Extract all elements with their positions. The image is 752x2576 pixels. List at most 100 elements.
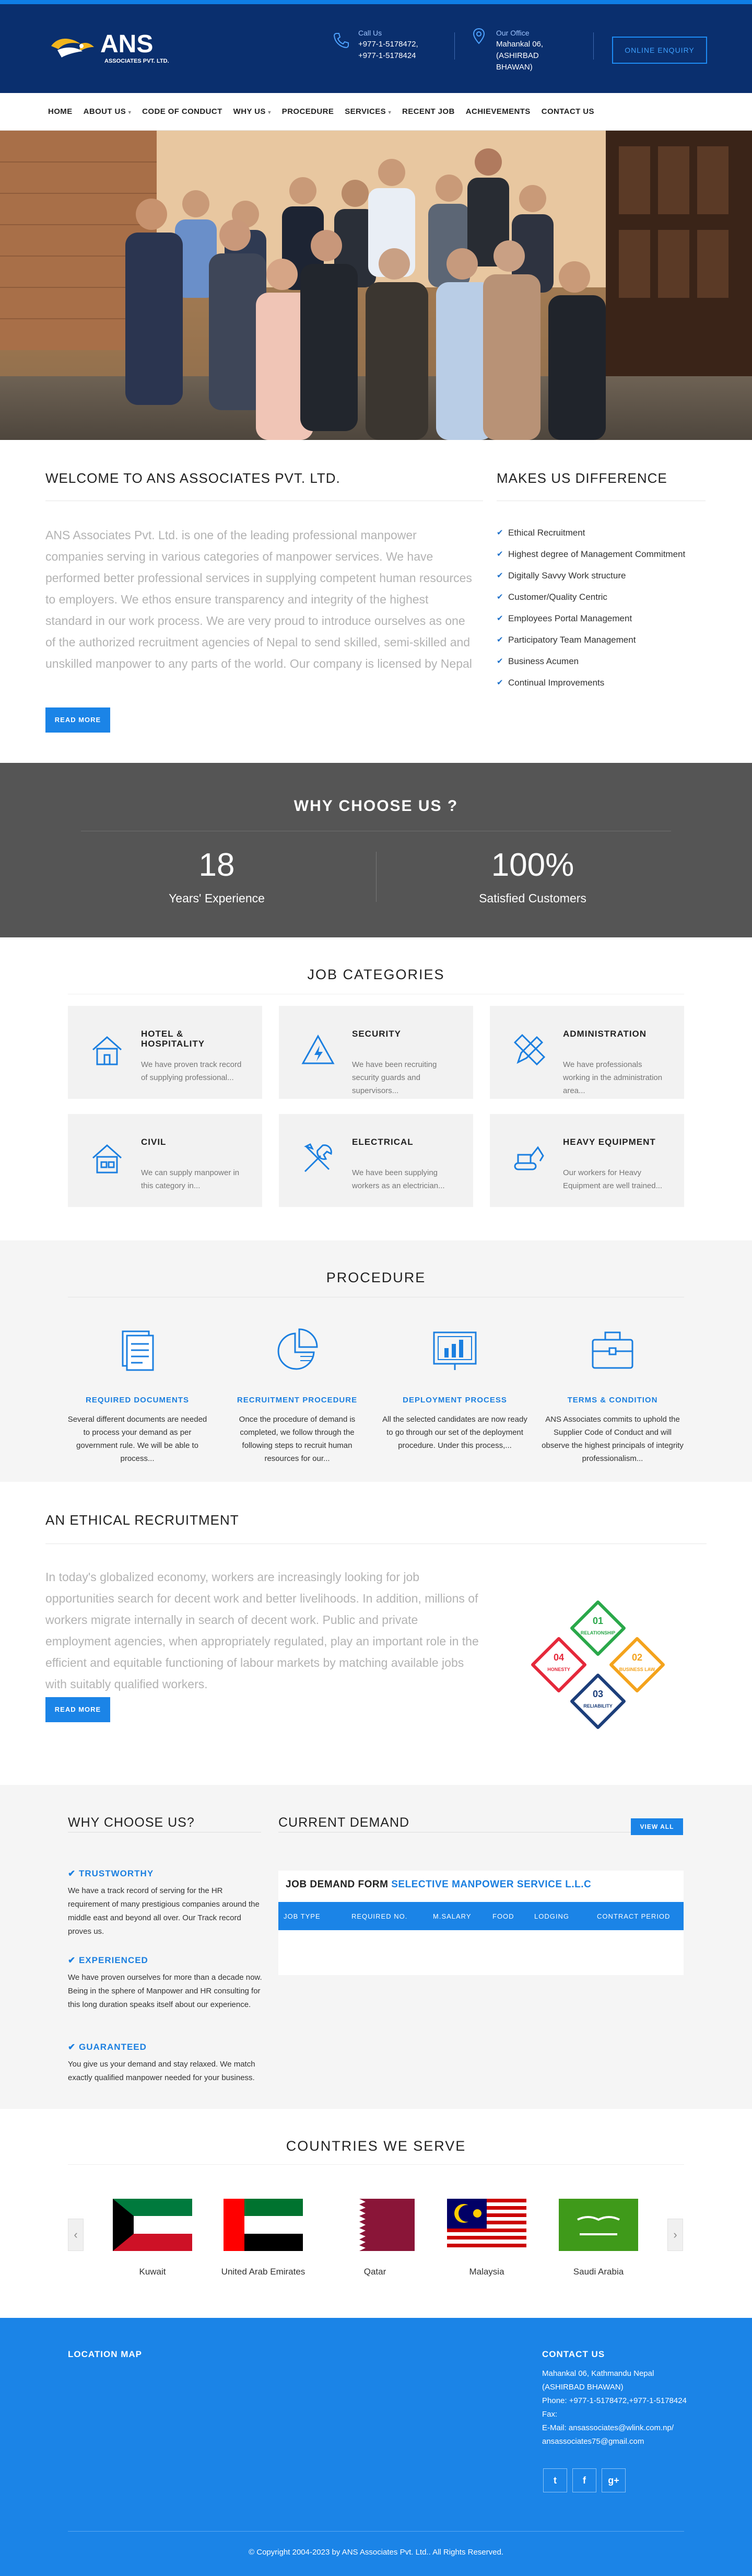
procedure-step[interactable]: DEPLOYMENT PROCESS All the selected cand… xyxy=(382,1324,527,1452)
job-demand-heading: JOB DEMAND FORM SELECTIVE MANPOWER SERVI… xyxy=(286,1879,591,1890)
difference-item-label: Participatory Team Management xyxy=(508,635,636,645)
job-card-desc: We have professionals working in the adm… xyxy=(563,1060,663,1095)
countries-title: COUNTRIES WE SERVE xyxy=(286,2138,466,2154)
stat-value: 18 xyxy=(198,847,235,883)
phone-number-2[interactable]: +977-1-5178424 xyxy=(358,50,447,62)
kuwait-flag[interactable] xyxy=(113,2199,192,2251)
chevron-down-icon: ▾ xyxy=(388,110,392,115)
job-card-title: ADMINISTRATION xyxy=(563,1029,647,1039)
nav-why-us[interactable]: WHY US ▾ xyxy=(233,107,271,116)
job-demand-prefix: JOB DEMAND FORM xyxy=(286,1879,389,1890)
site-header: ANS ASSOCIATES PVT. LTD. Call Us +977-1-… xyxy=(0,0,752,93)
copyright: © Copyright 2004-2023 by ANS Associates … xyxy=(249,2548,503,2557)
main-nav: HOME ABOUT US ▾ CODE OF CONDUCT WHY US ▾… xyxy=(0,93,752,131)
procedure-step[interactable]: TERMS & CONDITION ANS Associates commits… xyxy=(540,1324,685,1465)
check-icon: ✔ xyxy=(497,528,503,537)
welcome-read-more-button[interactable]: READ MORE xyxy=(45,707,110,733)
difference-item-label: Continual Improvements xyxy=(508,678,605,688)
procedure-step-title: TERMS & CONDITION xyxy=(567,1396,658,1405)
nav-achievements[interactable]: ACHIEVEMENTS xyxy=(466,107,531,116)
job-card[interactable]: CIVIL We can supply manpower in this cat… xyxy=(68,1114,262,1207)
online-enquiry-button[interactable]: ONLINE ENQUIRY xyxy=(612,37,707,64)
nav-services-label: SERVICES xyxy=(345,107,386,116)
difference-item-label: Employees Portal Management xyxy=(508,613,632,623)
site-logo[interactable]: ANS ASSOCIATES PVT. LTD. xyxy=(48,26,205,68)
job-card-desc: Our workers for Heavy Equipment are well… xyxy=(563,1168,663,1190)
procedure-step[interactable]: RECRUITMENT PROCEDURE Once the procedure… xyxy=(225,1324,370,1465)
job-card[interactable]: ADMINISTRATION We have professionals wor… xyxy=(490,1006,684,1099)
diagram-petal-business-law: 02 BUSINESS LAW xyxy=(609,1637,665,1692)
difference-item: ✔ Highest degree of Management Commitment xyxy=(497,549,685,571)
difference-item-label: Customer/Quality Centric xyxy=(508,592,607,602)
job-demand-company[interactable]: SELECTIVE MANPOWER SERVICE L.L.C xyxy=(391,1879,591,1890)
uae-flag[interactable] xyxy=(224,2199,303,2251)
difference-item: ✔ Customer/Quality Centric xyxy=(497,592,685,613)
svg-text:03: 03 xyxy=(593,1689,603,1699)
nav-services[interactable]: SERVICES ▾ xyxy=(345,107,391,116)
divider xyxy=(68,2531,684,2532)
presentation-chart-icon xyxy=(433,1331,477,1370)
procedure-step[interactable]: REQUIRED DOCUMENTS Several different doc… xyxy=(65,1324,210,1465)
job-card[interactable]: ELECTRICAL We have been supplying worker… xyxy=(279,1114,473,1207)
facebook-icon[interactable]: f xyxy=(572,2468,596,2492)
nav-about-us[interactable]: ABOUT US ▾ xyxy=(84,107,132,116)
twitter-icon[interactable]: t xyxy=(543,2468,567,2492)
ethical-text: In today's globalized economy, workers a… xyxy=(45,1570,479,1691)
google-plus-icon[interactable]: g+ xyxy=(602,2468,626,2492)
carousel-next-button[interactable]: › xyxy=(667,2219,683,2251)
office-label: Our Office xyxy=(496,29,530,37)
why-us-item-desc: You give us your demand and stay relaxed… xyxy=(68,2060,255,2082)
job-card-desc: We have been supplying workers as an ele… xyxy=(352,1168,445,1190)
documents-icon xyxy=(122,1330,154,1371)
procedure-step-title: RECRUITMENT PROCEDURE xyxy=(237,1396,358,1405)
ethics-diagram: 01 RELATIONSHIP 02 BUSINESS LAW 03 RELIA… xyxy=(531,1600,665,1729)
column-header: FOOD xyxy=(492,1912,514,1920)
country-label[interactable]: United Arab Emirates xyxy=(211,2267,315,2277)
phone-number-1[interactable]: +977-1-5178472, xyxy=(358,39,447,50)
malaysia-flag[interactable] xyxy=(447,2199,526,2251)
column-header: REQUIRED NO. xyxy=(351,1912,408,1920)
country-label[interactable]: Saudi Arabia xyxy=(546,2267,651,2277)
stat-satisfied: 100% Satisfied Customers xyxy=(392,846,674,906)
footer-email[interactable]: E-Mail: ansassociates@wlink.com.np/ ansa… xyxy=(542,2421,694,2449)
procedure-step-desc: ANS Associates commits to uphold the Sup… xyxy=(542,1415,684,1463)
job-demand-table: JOB DEMAND FORM SELECTIVE MANPOWER SERVI… xyxy=(278,1871,684,1975)
country-label[interactable]: Qatar xyxy=(323,2267,427,2277)
diagram-petal-relationship: 01 RELATIONSHIP xyxy=(570,1600,626,1656)
divider xyxy=(68,2164,684,2165)
job-card[interactable]: HEAVY EQUIPMENT Our workers for Heavy Eq… xyxy=(490,1114,684,1207)
view-all-button[interactable]: VIEW ALL xyxy=(631,1818,683,1835)
job-card[interactable]: HOTEL & HOSPITALITY We have proven track… xyxy=(68,1006,262,1099)
why-us-item: ✔ GUARANTEED You give us your demand and… xyxy=(68,2042,262,2085)
ethical-read-more-button[interactable]: READ MORE xyxy=(45,1697,110,1722)
column-header: LODGING xyxy=(534,1912,569,1920)
country-label[interactable]: Kuwait xyxy=(100,2267,205,2277)
job-card[interactable]: SECURITY We have been recruiting securit… xyxy=(279,1006,473,1099)
nav-home[interactable]: HOME xyxy=(48,107,73,116)
check-icon: ✔ xyxy=(68,2042,79,2052)
diagram-petal-honesty: 04 HONESTY xyxy=(531,1637,586,1692)
countries-section: COUNTRIES WE SERVE ‹ › Kuwait United Ara… xyxy=(0,2109,752,2318)
check-icon: ✔ xyxy=(497,678,503,687)
nav-procedure[interactable]: PROCEDURE xyxy=(282,107,334,116)
hero-team-photo xyxy=(0,131,752,440)
why-band-title: WHY CHOOSE US ? xyxy=(293,797,459,815)
footer-phone[interactable]: Phone: +977-1-5178472,+977-1-5178424 xyxy=(542,2394,694,2408)
check-icon: ✔ xyxy=(497,614,503,623)
procedure-title: PROCEDURE xyxy=(326,1270,426,1285)
qatar-flag[interactable] xyxy=(335,2199,415,2251)
saudi-arabia-flag[interactable] xyxy=(559,2199,638,2251)
procedure-step-desc: Several different documents are needed t… xyxy=(67,1415,207,1463)
nav-recent-job[interactable]: RECENT JOB xyxy=(402,107,455,116)
nav-contact-us[interactable]: CONTACT US xyxy=(542,107,594,116)
carousel-prev-button[interactable]: ‹ xyxy=(68,2219,84,2251)
header-divider xyxy=(593,32,594,60)
country-label[interactable]: Malaysia xyxy=(434,2267,539,2277)
svg-text:RELIABILITY: RELIABILITY xyxy=(583,1703,613,1709)
svg-text:HONESTY: HONESTY xyxy=(547,1667,570,1672)
job-card-desc: We have been recruiting security guards … xyxy=(352,1060,437,1095)
footer-address: Mahankal 06, Kathmandu Nepal (ASHIRBAD B… xyxy=(542,2369,654,2392)
nav-code-of-conduct[interactable]: CODE OF CONDUCT xyxy=(142,107,222,116)
contact-us-title: CONTACT US xyxy=(542,2349,605,2359)
difference-item: ✔ Ethical Recruitment xyxy=(497,528,685,549)
